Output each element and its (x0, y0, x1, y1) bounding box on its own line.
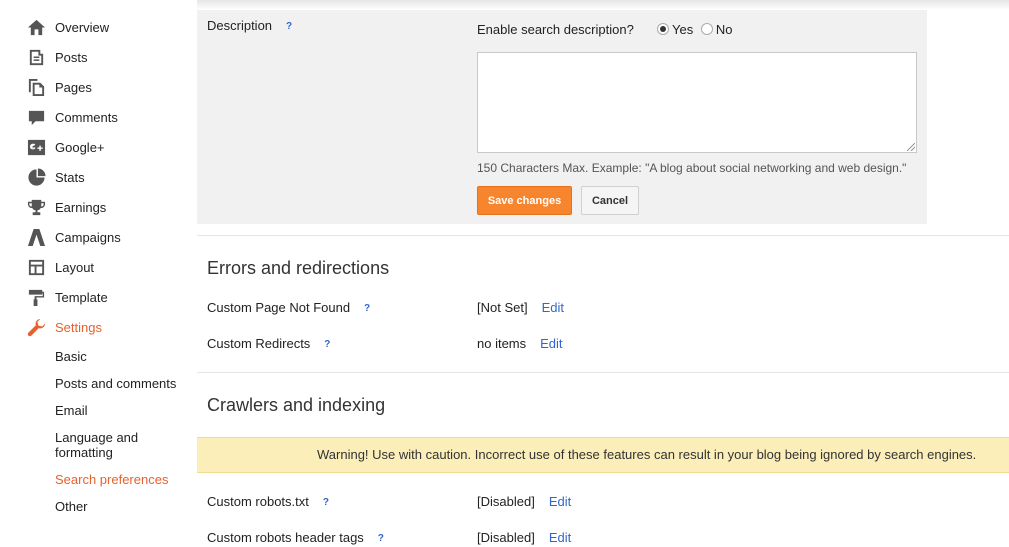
top-shadow (197, 0, 1009, 10)
sidebar-item-comments[interactable]: Comments (26, 106, 118, 128)
warning-banner: Warning! Use with caution. Incorrect use… (197, 437, 1009, 473)
sidebar-item-label: Earnings (55, 199, 107, 215)
custom-robots-header-tags-label: Custom robots header tags? (207, 530, 388, 546)
radio-group: Yes No (657, 22, 732, 37)
pie-chart-icon (26, 167, 46, 187)
layout-icon (26, 257, 46, 277)
radio-yes[interactable]: Yes (657, 22, 693, 37)
sidebar-item-label: Settings (55, 319, 102, 335)
enable-search-description-question: Enable search description? (477, 22, 634, 37)
row-value-text: no items (477, 336, 527, 351)
radio-no[interactable]: No (700, 22, 733, 37)
row-value-text: [Disabled] (477, 494, 535, 509)
sidebar-item-settings[interactable]: Settings (26, 316, 102, 338)
divider (197, 372, 1009, 373)
sidebar-item-label: Stats (55, 169, 85, 185)
description-textarea[interactable] (477, 52, 917, 153)
custom-robots-txt-label: Custom robots.txt? (207, 494, 333, 510)
radio-yes-label: Yes (672, 22, 694, 37)
paint-roller-icon (26, 287, 46, 307)
sidebar-item-label: Overview (55, 19, 110, 35)
radio-yes-circle[interactable] (657, 23, 669, 35)
sidebar-item-earnings[interactable]: Earnings (26, 196, 106, 218)
custom-redirects-value: no items Edit (477, 336, 563, 351)
settings-sub-search-preferences[interactable]: Search preferences (55, 472, 185, 487)
campaigns-icon (26, 227, 46, 247)
description-hint: 150 Characters Max. Example: "A blog abo… (477, 161, 907, 175)
radio-no-label: No (715, 22, 733, 37)
row-value-text: [Disabled] (477, 530, 535, 545)
row-label-text: Custom Page Not Found (207, 300, 351, 315)
home-icon (26, 17, 46, 37)
sidebar-item-label: Layout (55, 259, 95, 275)
help-icon[interactable]: ? (319, 496, 333, 510)
sidebar-item-pages[interactable]: Pages (26, 76, 92, 98)
sidebar-item-campaigns[interactable]: Campaigns (26, 226, 121, 248)
settings-sub-posts-and-comments[interactable]: Posts and comments (55, 376, 185, 391)
sidebar: Overview Posts Pages Comments Google+ St… (0, 0, 190, 547)
cancel-button[interactable]: Cancel (581, 186, 639, 215)
sidebar-item-overview[interactable]: Overview (26, 16, 109, 38)
settings-sub-email[interactable]: Email (55, 403, 185, 418)
google-plus-icon (26, 137, 46, 157)
settings-sub-other[interactable]: Other (55, 499, 185, 514)
description-label-text: Description (207, 18, 273, 33)
help-icon[interactable]: ? (374, 532, 388, 546)
posts-icon (26, 47, 46, 67)
help-icon[interactable]: ? (320, 338, 334, 352)
description-panel: Description? Enable search description? … (197, 10, 927, 224)
edit-custom-robots-header-tags-link[interactable]: Edit (549, 530, 571, 545)
sidebar-item-label: Google+ (55, 139, 105, 155)
custom-page-not-found-value: [Not Set] Edit (477, 300, 564, 315)
custom-robots-header-tags-value: [Disabled] Edit (477, 530, 571, 545)
edit-custom-page-not-found-link[interactable]: Edit (542, 300, 564, 315)
sidebar-item-label: Comments (55, 109, 118, 125)
sidebar-item-layout[interactable]: Layout (26, 256, 94, 278)
custom-redirects-label: Custom Redirects? (207, 336, 334, 352)
errors-section-title: Errors and redirections (207, 258, 390, 278)
edit-custom-robots-txt-link[interactable]: Edit (549, 494, 571, 509)
sidebar-item-label: Campaigns (55, 229, 121, 245)
crawlers-section-title: Crawlers and indexing (207, 395, 386, 415)
description-label: Description? (207, 18, 296, 34)
sidebar-item-google-plus[interactable]: Google+ (26, 136, 105, 158)
divider (197, 235, 1009, 236)
sidebar-item-label: Template (55, 289, 108, 305)
trophy-icon (26, 197, 46, 217)
sidebar-item-posts[interactable]: Posts (26, 46, 88, 68)
settings-sub-language-and-formatting[interactable]: Language and formatting (55, 430, 185, 460)
custom-robots-txt-value: [Disabled] Edit (477, 494, 571, 509)
pages-icon (26, 77, 46, 97)
radio-no-circle[interactable] (700, 23, 713, 35)
comment-icon (26, 107, 46, 127)
save-changes-button[interactable]: Save changes (477, 186, 572, 215)
row-label-text: Custom robots.txt (207, 494, 309, 509)
sidebar-item-stats[interactable]: Stats (26, 166, 85, 188)
row-label-text: Custom Redirects (207, 336, 311, 351)
resize-grip-icon[interactable] (907, 143, 915, 151)
custom-page-not-found-label: Custom Page Not Found? (207, 300, 374, 316)
sidebar-item-label: Pages (55, 79, 92, 95)
settings-sub-basic[interactable]: Basic (55, 349, 185, 364)
help-icon[interactable]: ? (282, 20, 296, 34)
sidebar-item-template[interactable]: Template (26, 286, 108, 308)
help-icon[interactable]: ? (360, 302, 374, 316)
wrench-icon (26, 317, 46, 337)
row-value-text: [Not Set] (477, 300, 528, 315)
row-label-text: Custom robots header tags (207, 530, 364, 545)
sidebar-item-label: Posts (55, 49, 88, 65)
edit-custom-redirects-link[interactable]: Edit (540, 336, 562, 351)
